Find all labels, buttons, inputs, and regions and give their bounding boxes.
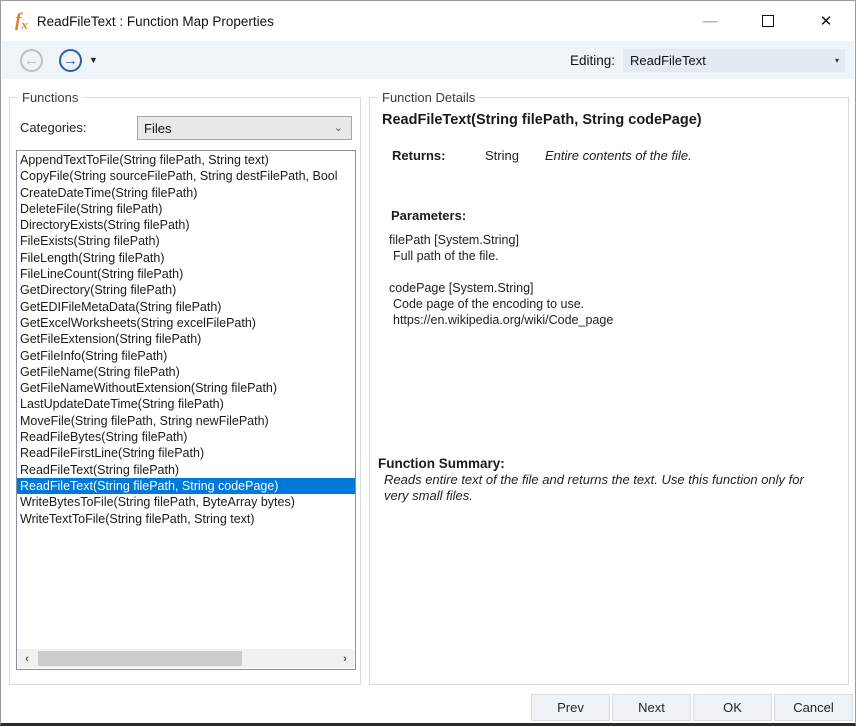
parameters-label: Parameters: — [391, 208, 467, 223]
list-item[interactable]: GetEDIFileMetaData(String filePath) — [17, 299, 355, 315]
returns-description: Entire contents of the file. — [545, 148, 692, 163]
minimize-button[interactable]: — — [681, 1, 739, 41]
next-button[interactable]: Next — [612, 694, 691, 721]
function-list: AppendTextToFile(String filePath, String… — [17, 152, 355, 649]
close-button[interactable]: ✕ — [797, 1, 855, 41]
parameter-link: https://en.wikipedia.org/wiki/Code_page — [393, 313, 614, 327]
functions-panel: Functions Categories: Files ⌄ AppendText… — [9, 90, 361, 685]
back-arrow-icon: ← — [24, 51, 39, 69]
parameter-codepage: codePage [System.String] Code page of th… — [389, 280, 613, 328]
toolbar: ← → ▼ Editing: ReadFileText ▾ — [2, 41, 854, 79]
scroll-right-arrow-icon[interactable]: › — [336, 653, 354, 665]
list-item[interactable]: GetFileNameWithoutExtension(String fileP… — [17, 380, 355, 396]
list-item[interactable]: CreateDateTime(String filePath) — [17, 185, 355, 201]
list-item[interactable]: DeleteFile(String filePath) — [17, 201, 355, 217]
list-item[interactable]: ReadFileFirstLine(String filePath) — [17, 445, 355, 461]
function-details-panel: Function Details ReadFileText(String fil… — [369, 90, 849, 685]
window-title: ReadFileText : Function Map Properties — [36, 13, 274, 29]
scroll-left-arrow-icon[interactable]: ‹ — [18, 653, 36, 665]
editing-function-value: ReadFileText — [630, 52, 706, 68]
list-item[interactable]: FileLineCount(String filePath) — [17, 266, 355, 282]
forward-button[interactable]: → — [59, 48, 82, 72]
ok-button[interactable]: OK — [693, 694, 772, 721]
maximize-button[interactable] — [739, 1, 797, 41]
functions-panel-title: Functions — [18, 90, 83, 105]
list-item[interactable]: GetFileExtension(String filePath) — [17, 331, 355, 347]
title-bar: fx ReadFileText : Function Map Propertie… — [1, 1, 855, 41]
returns-row: Returns: String Entire contents of the f… — [392, 148, 692, 163]
list-item[interactable]: CopyFile(String sourceFilePath, String d… — [17, 168, 355, 184]
list-item[interactable]: GetFileName(String filePath) — [17, 364, 355, 380]
chevron-down-icon: ⌄ — [333, 122, 343, 134]
editing-label: Editing: — [569, 52, 615, 68]
list-item[interactable]: LastUpdateDateTime(String filePath) — [17, 396, 355, 412]
chevron-down-icon: ▾ — [834, 55, 839, 65]
function-listbox: AppendTextToFile(String filePath, String… — [16, 150, 356, 670]
prev-button[interactable]: Prev — [531, 694, 610, 721]
list-item[interactable]: FileExists(String filePath) — [17, 233, 355, 249]
list-item[interactable]: WriteTextToFile(String filePath, String … — [17, 511, 355, 527]
back-button[interactable]: ← — [20, 48, 43, 72]
horizontal-scrollbar[interactable]: ‹ › — [18, 649, 354, 668]
function-map-properties-dialog: fx ReadFileText : Function Map Propertie… — [0, 0, 856, 726]
forward-arrow-icon: → — [63, 51, 78, 69]
list-item[interactable]: WriteBytesToFile(String filePath, ByteAr… — [17, 494, 355, 510]
categories-value: Files — [144, 120, 172, 136]
categories-label: Categories: — [20, 120, 87, 135]
returns-type: String — [485, 148, 519, 163]
details-panel-title: Function Details — [378, 90, 480, 105]
parameter-name: filePath [System.String] — [389, 233, 519, 247]
fx-app-icon: fx — [15, 10, 28, 32]
list-item[interactable]: GetDirectory(String filePath) — [17, 282, 355, 298]
maximize-icon — [762, 15, 774, 27]
parameter-description: Code page of the encoding to use. — [393, 297, 585, 311]
parameter-name: codePage [System.String] — [389, 281, 534, 295]
list-item[interactable]: ReadFileText(String filePath, String cod… — [17, 477, 355, 495]
categories-dropdown[interactable]: Files ⌄ — [137, 116, 352, 140]
parameter-description: Full path of the file. — [393, 249, 499, 263]
function-summary-label: Function Summary: — [378, 456, 505, 471]
categories-row: Categories: Files ⌄ — [20, 116, 352, 140]
forward-dropdown-caret-icon[interactable]: ▼ — [89, 55, 98, 65]
cancel-button[interactable]: Cancel — [774, 694, 853, 721]
returns-label: Returns: — [392, 148, 446, 163]
function-signature: ReadFileText(String filePath, String cod… — [382, 112, 702, 128]
scrollbar-track[interactable] — [36, 649, 336, 668]
window-controls: — ✕ — [681, 1, 855, 41]
function-summary-text: Reads entire text of the file and return… — [384, 472, 804, 503]
list-item[interactable]: GetFileInfo(String filePath) — [17, 348, 355, 364]
list-item[interactable]: ReadFileText(String filePath) — [17, 462, 355, 478]
list-item[interactable]: FileLength(String filePath) — [17, 250, 355, 266]
editing-function-dropdown[interactable]: ReadFileText ▾ — [623, 48, 845, 72]
list-item[interactable]: ReadFileBytes(String filePath) — [17, 429, 355, 445]
list-item[interactable]: GetExcelWorksheets(String excelFilePath) — [17, 315, 355, 331]
list-item[interactable]: DirectoryExists(String filePath) — [17, 217, 355, 233]
list-item[interactable]: AppendTextToFile(String filePath, String… — [17, 152, 355, 168]
parameter-filepath: filePath [System.String] Full path of th… — [389, 232, 519, 264]
footer-button-row: Prev Next OK Cancel — [531, 694, 853, 721]
list-item[interactable]: MoveFile(String filePath, String newFile… — [17, 413, 355, 429]
scrollbar-thumb[interactable] — [38, 651, 242, 666]
